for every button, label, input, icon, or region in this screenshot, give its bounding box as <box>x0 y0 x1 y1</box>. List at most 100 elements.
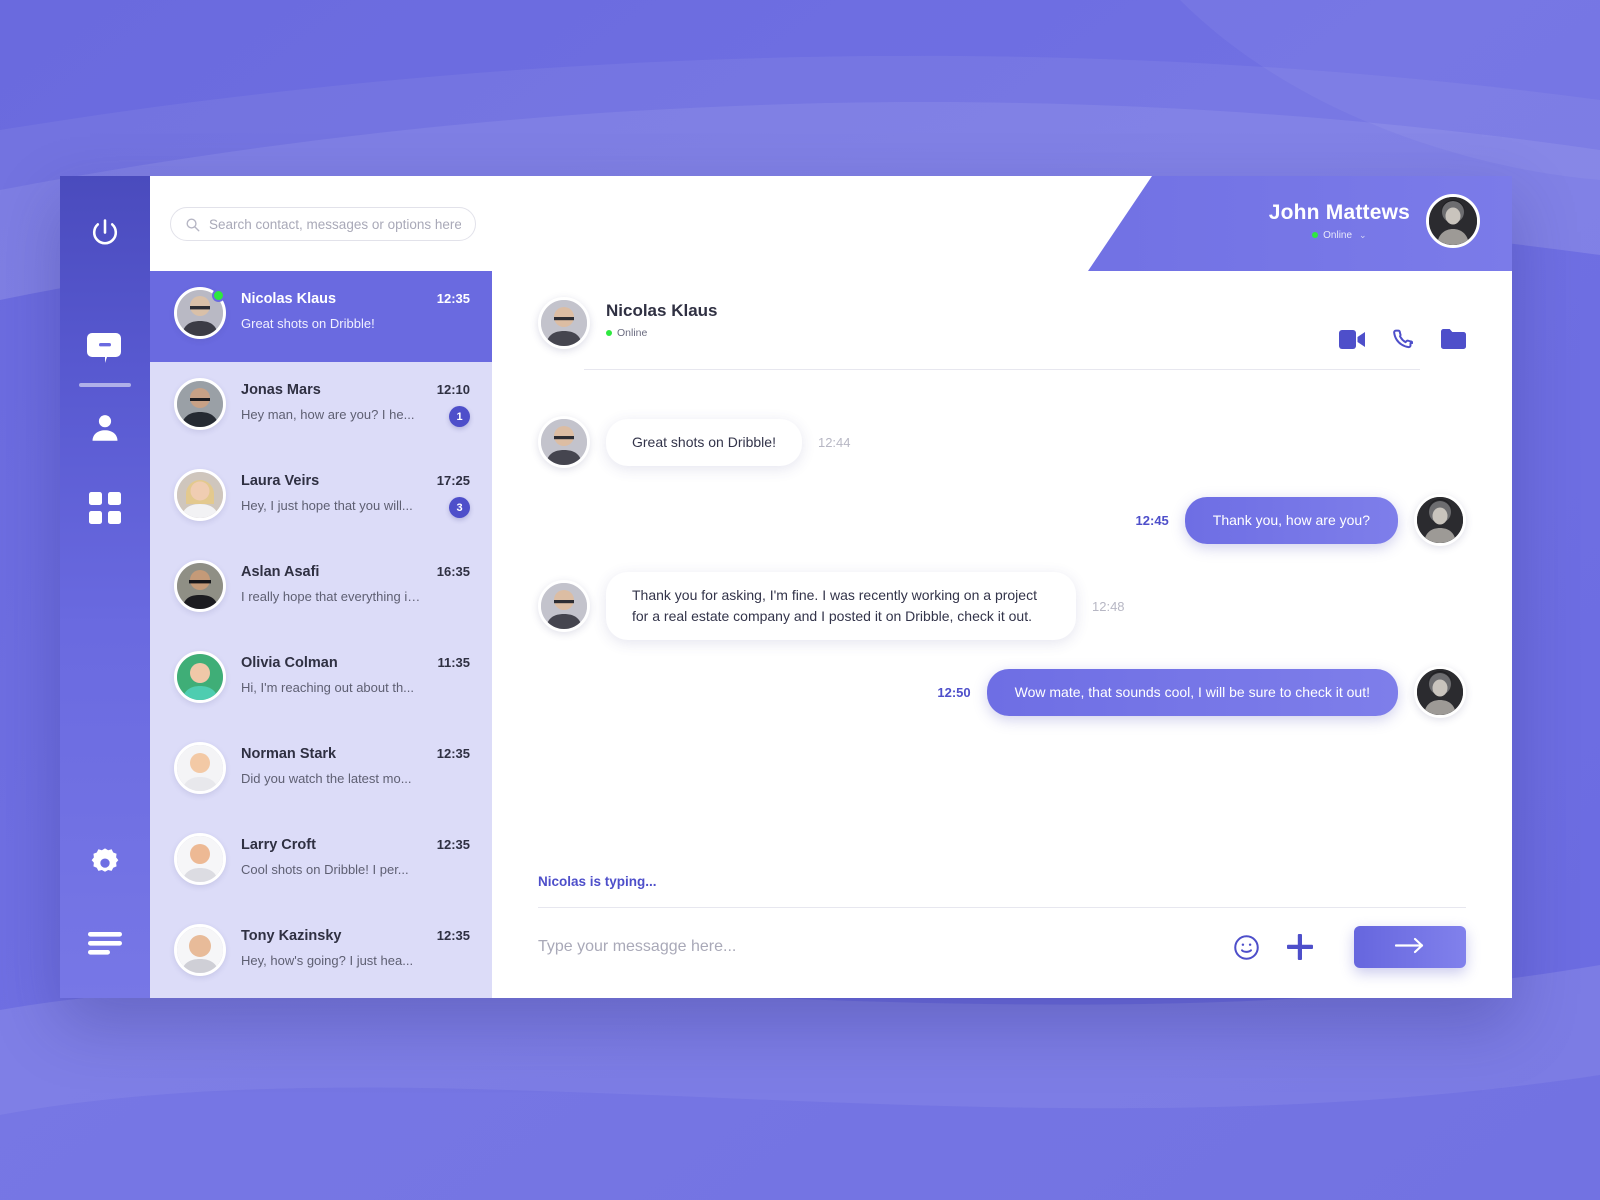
hamburger-menu-icon <box>88 931 122 957</box>
message-time: 12:50 <box>937 684 971 700</box>
message-composer <box>492 908 1512 998</box>
contact-avatar-wrap <box>174 560 226 612</box>
contact-preview: Great shots on Dribble! <box>241 316 375 332</box>
contact-list-item[interactable]: Larry Croft Cool shots on Dribble! I per… <box>150 817 492 908</box>
chat-header-identity: Nicolas Klaus Online <box>538 297 1466 349</box>
contact-name: Norman Stark <box>241 746 337 762</box>
topbar: John Mattews Online ⌄ <box>150 176 1512 277</box>
power-icon <box>87 216 123 252</box>
sidebar-item-contacts[interactable] <box>77 400 133 456</box>
arrow-right-icon <box>1394 937 1425 957</box>
avatar <box>1414 494 1466 546</box>
message-row: 12:50 Wow mate, that sounds cool, I will… <box>538 666 1466 718</box>
contact-list-item[interactable]: Tony Kazinsky Hey, how's going? I just h… <box>150 908 492 998</box>
sidebar-item-apps[interactable] <box>77 480 133 536</box>
avatar <box>174 378 226 430</box>
avatar <box>174 469 226 521</box>
contact-preview: Hey, how's going? I just hea... <box>241 953 414 969</box>
contact-text: Norman Stark Did you watch the latest mo… <box>241 742 422 786</box>
video-camera-icon[interactable] <box>1339 329 1365 349</box>
user-profile[interactable]: John Mattews Online ⌄ <box>1269 194 1480 248</box>
contact-name: Olivia Colman <box>241 655 338 671</box>
contact-time: 17:25 <box>436 473 470 488</box>
online-dot-icon <box>606 330 612 336</box>
sidebar-item-power[interactable] <box>77 206 133 262</box>
contact-meta: 11:35 <box>437 651 470 670</box>
contact-preview: I really hope that everything is... <box>241 589 422 605</box>
chat-contact-name: Nicolas Klaus <box>606 301 718 320</box>
search-input[interactable] <box>209 216 461 232</box>
contact-meta: 12:10 1 <box>437 378 470 427</box>
contact-list[interactable]: Nicolas Klaus Great shots on Dribble! 12… <box>150 271 492 998</box>
contact-list-item[interactable]: Norman Stark Did you watch the latest mo… <box>150 726 492 817</box>
contact-text: Tony Kazinsky Hey, how's going? I just h… <box>241 924 422 968</box>
typing-indicator: Nicolas is typing... <box>538 874 657 889</box>
contact-name: Tony Kazinsky <box>241 928 342 944</box>
search-bar[interactable] <box>170 207 476 241</box>
sidebar-item-settings[interactable] <box>77 836 133 892</box>
contact-text: Laura Veirs Hey, I just hope that you wi… <box>241 469 422 513</box>
contact-meta: 12:35 <box>437 924 470 943</box>
sidebar-item-messages[interactable] <box>77 320 133 387</box>
message-bubble: Thank you for asking, I'm fine. I was re… <box>606 572 1076 640</box>
contact-preview: Cool shots on Dribble! I per... <box>241 862 409 878</box>
contact-meta: 12:35 <box>437 742 470 761</box>
avatar <box>174 924 226 976</box>
active-indicator <box>79 383 131 387</box>
contact-time: 12:10 <box>436 382 470 397</box>
contact-time: 12:35 <box>436 746 470 761</box>
contact-list-item[interactable]: Jonas Mars Hey man, how are you? I he...… <box>150 362 492 453</box>
sidebar-item-menu[interactable] <box>77 916 133 972</box>
contact-preview: Hey, I just hope that you will... <box>241 498 413 514</box>
send-button[interactable] <box>1354 926 1466 968</box>
profile-status-label: Online <box>1323 229 1353 241</box>
phone-icon[interactable] <box>1393 329 1413 349</box>
avatar <box>174 742 226 794</box>
contact-list-item[interactable]: Olivia Colman Hi, I'm reaching out about… <box>150 635 492 726</box>
composer-actions <box>1233 926 1466 968</box>
chat-panel: Nicolas Klaus Online Great shots on Drib… <box>492 271 1512 998</box>
contact-list-item[interactable]: Laura Veirs Hey, I just hope that you wi… <box>150 453 492 544</box>
contact-list-item[interactable]: Aslan Asafi I really hope that everythin… <box>150 544 492 635</box>
smiley-icon[interactable] <box>1233 934 1260 961</box>
avatar <box>1414 666 1466 718</box>
contact-meta: 12:35 <box>437 287 470 306</box>
profile-name: John Mattews <box>1268 201 1410 225</box>
contact-name: Aslan Asafi <box>241 564 320 580</box>
avatar <box>538 580 590 632</box>
app-window: John Mattews Online ⌄ <box>60 176 1512 998</box>
contact-name: Larry Croft <box>241 837 316 853</box>
online-dot-icon <box>1312 232 1319 239</box>
chevron-down-icon: ⌄ <box>1359 229 1367 240</box>
contact-avatar-wrap <box>174 651 226 703</box>
contact-preview: Hey man, how are you? I he... <box>241 407 415 423</box>
contact-time: 12:35 <box>436 837 470 852</box>
message-list: Great shots on Dribble! 12:44 12:45 Than… <box>492 370 1512 852</box>
contact-preview: Did you watch the latest mo... <box>241 771 412 787</box>
unread-badge: 1 <box>449 406 470 427</box>
contact-text: Larry Croft Cool shots on Dribble! I per… <box>241 833 422 877</box>
contact-avatar-wrap <box>174 469 226 521</box>
message-bubble: Great shots on Dribble! <box>606 418 802 466</box>
contact-list-item[interactable]: Nicolas Klaus Great shots on Dribble! 12… <box>150 271 492 362</box>
contact-name: Nicolas Klaus <box>241 291 337 307</box>
person-icon <box>88 411 122 445</box>
divider <box>584 369 1420 370</box>
avatar <box>538 416 590 468</box>
plus-icon[interactable] <box>1286 933 1314 961</box>
sidebar-rail <box>60 176 150 998</box>
chat-contact-status: Online <box>606 327 718 339</box>
contact-text: Aslan Asafi I really hope that everythin… <box>241 560 422 604</box>
message-bubble: Thank you, how are you? <box>1184 496 1398 544</box>
message-time: 12:44 <box>817 434 851 450</box>
contact-text: Nicolas Klaus Great shots on Dribble! <box>241 287 422 331</box>
contact-meta: 12:35 <box>437 833 470 852</box>
body-split: Nicolas Klaus Great shots on Dribble! 12… <box>150 271 1512 998</box>
profile-status[interactable]: Online ⌄ <box>1269 230 1410 241</box>
profile-text: John Mattews Online ⌄ <box>1269 201 1410 240</box>
folder-icon[interactable] <box>1441 329 1466 349</box>
contact-avatar-wrap <box>174 924 226 976</box>
message-input[interactable] <box>538 938 1233 956</box>
avatar <box>174 651 226 703</box>
avatar[interactable] <box>1426 194 1480 248</box>
